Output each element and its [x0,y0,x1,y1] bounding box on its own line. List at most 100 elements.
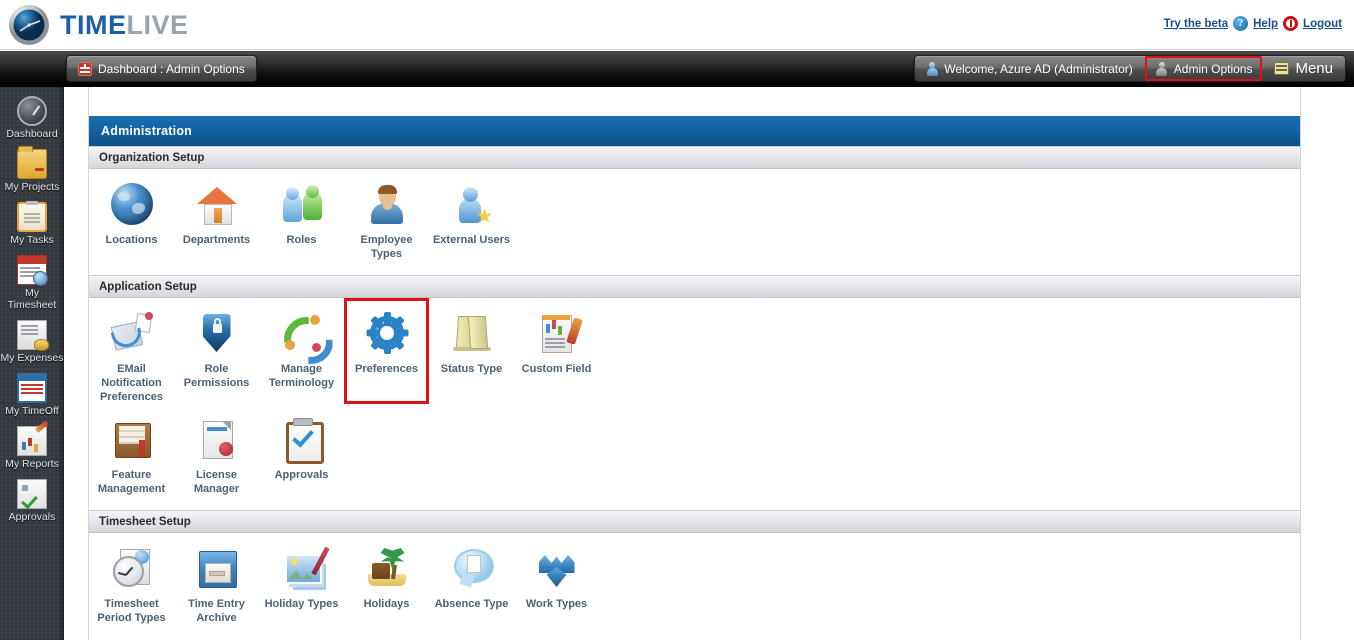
welcome-user[interactable]: Welcome, Azure AD (Administrator) [915,56,1143,81]
sidebar-item-label: My Expenses [0,352,64,364]
tile-label: Preferences [344,362,429,376]
user-star-icon [451,183,493,225]
sidebar-item-my-timesheet[interactable]: My Timesheet [0,246,64,311]
section-bottom-spacer [89,496,1300,510]
tile-locations[interactable]: Locations [89,169,174,261]
admin-options-button[interactable]: Admin Options [1145,56,1263,81]
page-title: Administration [89,116,1300,146]
section-body: LocationsDepartmentsRolesEmployee TypesE… [89,169,1300,275]
tile-time-entry-archive[interactable]: Time Entry Archive [174,533,259,625]
tile-label: Departments [174,233,259,247]
section-header-label: Application Setup [99,281,197,293]
admin-sections: Organization SetupLocationsDepartmentsRo… [89,146,1300,639]
brand-logo[interactable]: TIMELIVE [8,4,189,46]
employee-icon [366,183,408,225]
sidebar-item-label: My TimeOff [0,405,64,417]
clipboard-icon [17,202,47,232]
tile-holidays[interactable]: Holidays [344,533,429,625]
sidebar-item-my-timeoff[interactable]: My TimeOff [0,364,64,417]
tile-license-manager[interactable]: License Manager [174,404,259,496]
breadcrumb[interactable]: Dashboard : Admin Options [66,55,257,82]
tile-label: Custom Field [514,362,599,376]
tile-approvals[interactable]: Approvals [259,404,344,496]
pictures-pen-icon [281,547,323,589]
tile-row: Feature ManagementLicense ManagerApprova… [89,404,1300,496]
welcome-label: Welcome, Azure AD (Administrator) [944,62,1133,76]
gauge-icon [17,96,47,126]
tile-role-permissions[interactable]: Role Permissions [174,298,259,404]
sidebar-item-approvals[interactable]: Approvals [0,470,64,523]
menu-label: Menu [1295,60,1333,77]
tile-employee-types[interactable]: Employee Types [344,169,429,261]
navigation-bar: Dashboard : Admin Options Welcome, Azure… [0,51,1354,87]
tile-row: Timesheet Period TypesTime Entry Archive… [89,533,1300,625]
sidebar-item-my-expenses[interactable]: My Expenses [0,311,64,364]
sidebar-item-label: My Tasks [0,234,64,246]
terminology-icon [281,312,323,354]
tile-work-types[interactable]: Work Types [514,533,599,625]
tile-preferences[interactable]: Preferences [344,298,429,404]
tile-manage-terminology[interactable]: Manage Terminology [259,298,344,404]
logout-link[interactable]: Logout [1303,18,1342,30]
tile-departments[interactable]: Departments [174,169,259,261]
checklist-icon [17,479,47,509]
tile-timesheet-period-types[interactable]: Timesheet Period Types [89,533,174,625]
brand-name-bold: TIME [60,10,127,40]
tile-label: Feature Management [89,468,174,496]
help-link[interactable]: Help [1253,18,1278,30]
sidebar-item-my-projects[interactable]: My Projects [0,140,64,193]
tile-label: Holidays [344,597,429,611]
sidebar-item-my-tasks[interactable]: My Tasks [0,193,64,246]
tile-label: Work Types [514,597,599,611]
hamburger-menu-icon [1274,62,1289,75]
main-content-panel: Administration Organization SetupLocatio… [88,87,1301,640]
calendar-clock-icon [17,255,47,285]
tile-absence-type[interactable]: Absence Type [429,533,514,625]
tile-feature-management[interactable]: Feature Management [89,404,174,496]
tile-label: Locations [89,233,174,247]
archive-box-icon [196,547,238,589]
breadcrumb-label: Dashboard : Admin Options [98,62,245,76]
sidebar-item-label: My Reports [0,458,64,470]
tile-row: LocationsDepartmentsRolesEmployee TypesE… [89,169,1300,261]
sidebar-item-my-reports[interactable]: My Reports [0,417,64,470]
tile-label: Approvals [259,468,344,482]
clipboard-check-icon [281,418,323,460]
sidebar-item-dashboard[interactable]: Dashboard [0,87,64,140]
tile-label: Roles [259,233,344,247]
tile-status-type[interactable]: Status Type [429,298,514,404]
tile-roles[interactable]: Roles [259,169,344,261]
certificate-icon [196,418,238,460]
two-people-icon [281,183,323,225]
clock-logo-icon [8,4,50,46]
tile-email-notification-preferences[interactable]: EMail Notification Preferences [89,298,174,404]
tile-custom-field[interactable]: Custom Field [514,298,599,404]
tile-label: License Manager [174,468,259,496]
dashboard-icon [78,62,92,76]
tile-label: Timesheet Period Types [89,597,174,625]
house-icon [196,183,238,225]
top-utility-links: Try the beta ? Help Logout [1164,16,1342,31]
tile-row: EMail Notification PreferencesRole Permi… [89,298,1300,404]
brand-name: TIMELIVE [60,4,189,46]
globe-icon [111,183,153,225]
tile-holiday-types[interactable]: Holiday Types [259,533,344,625]
try-the-beta-link[interactable]: Try the beta [1164,18,1229,30]
custom-field-icon [536,312,578,354]
section-header-label: Timesheet Setup [99,516,191,528]
brand-name-light: LIVE [127,10,189,40]
speech-page-icon [451,547,493,589]
section-header-organization-setup: Organization Setup [89,146,1300,169]
email-notification-icon [111,312,153,354]
tile-label: Manage Terminology [259,362,344,390]
section-bottom-spacer [89,261,1300,275]
user-icon [925,62,938,76]
power-off-icon[interactable] [1283,16,1298,31]
help-icon[interactable]: ? [1233,16,1248,31]
sidebar-item-label: My Projects [0,181,64,193]
palm-beach-icon [366,547,408,589]
chart-pencil-icon [17,426,47,456]
menu-button[interactable]: Menu [1264,56,1345,81]
user-toolbar: Welcome, Azure AD (Administrator) Admin … [914,55,1346,82]
tile-external-users[interactable]: External Users [429,169,514,261]
